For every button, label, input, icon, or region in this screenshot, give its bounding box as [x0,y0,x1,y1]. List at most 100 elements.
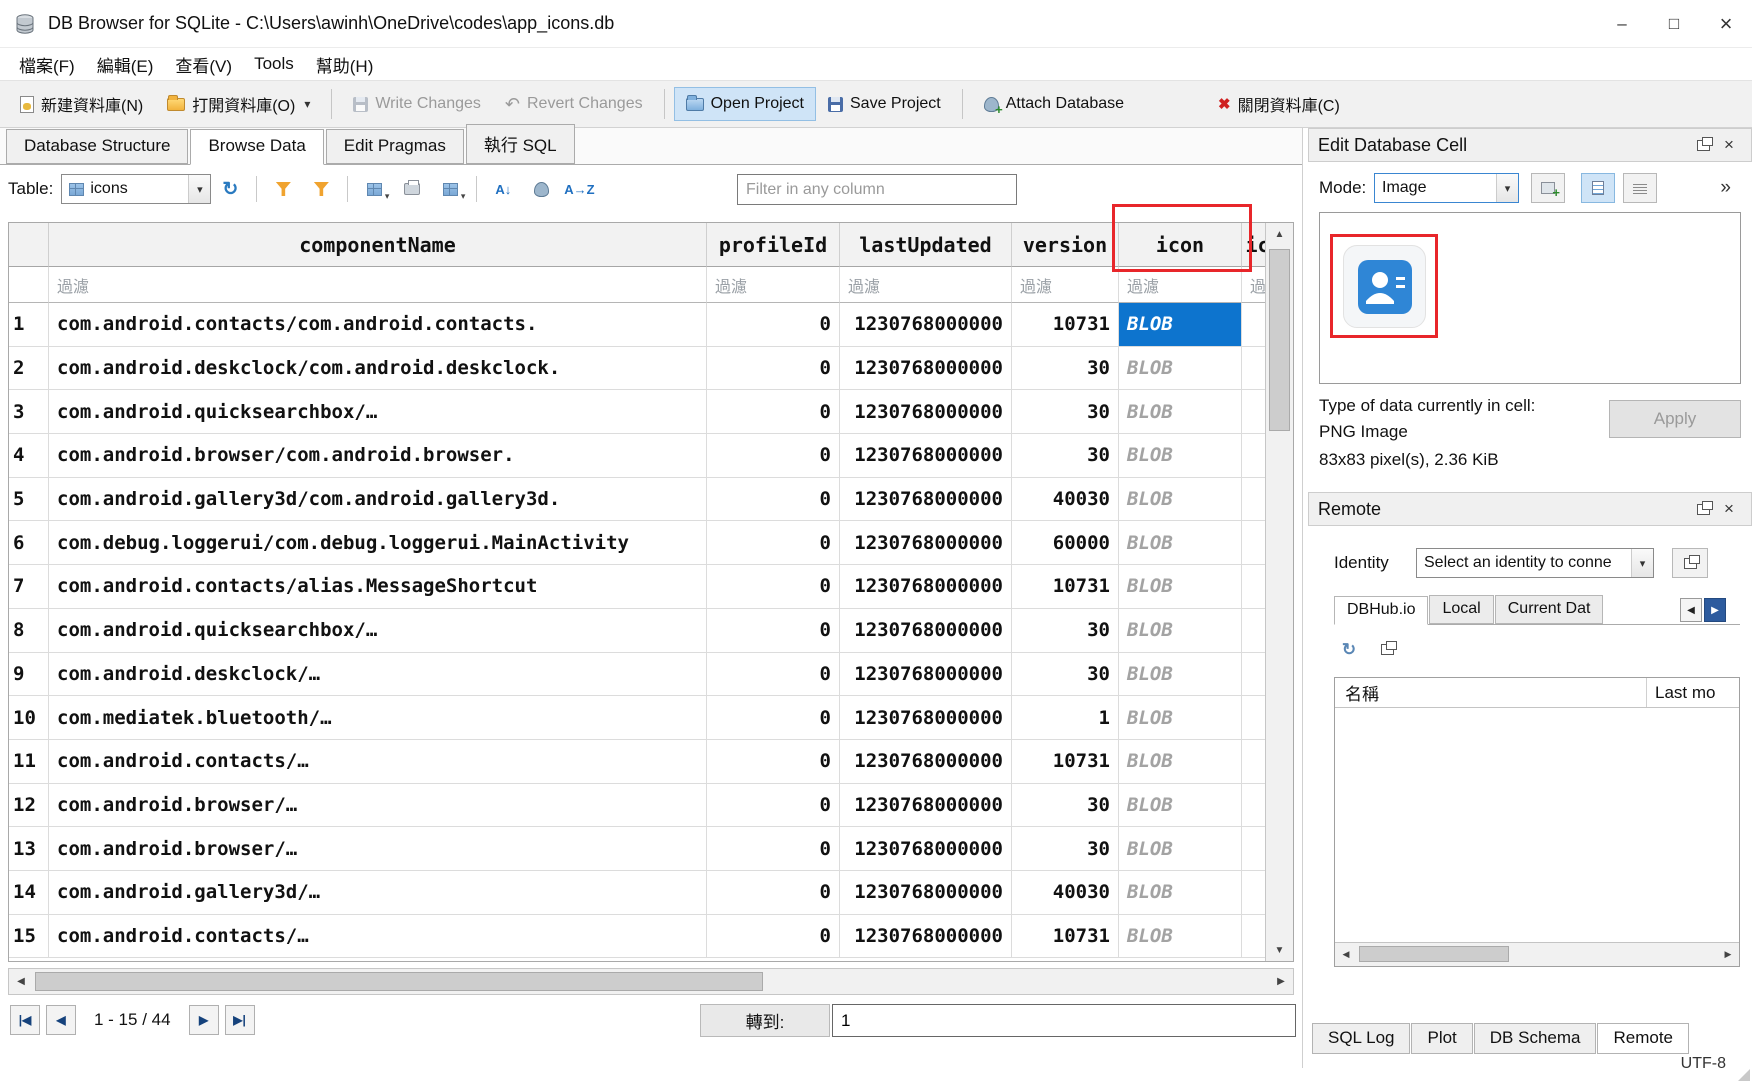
cell-partial[interactable] [1242,653,1265,697]
sort-button[interactable]: A↓ [486,174,520,204]
filter-input[interactable] [737,174,1017,205]
insert-record-button[interactable]: ▾ [357,174,391,204]
cell-icon-blob[interactable]: BLOB [1119,915,1242,959]
column-header-lastupdated[interactable]: lastUpdated [840,223,1012,267]
cell-icon-blob[interactable]: BLOB [1119,521,1242,565]
filter-partial[interactable]: 過濾 [1242,267,1265,303]
cell-partial[interactable] [1242,434,1265,478]
cell-partial[interactable] [1242,871,1265,915]
cell-partial[interactable] [1242,609,1265,653]
cell-componentname[interactable]: com.android.deskclock/com.android.deskcl… [49,347,707,391]
more-options-icon[interactable]: » [1720,177,1731,199]
remote-column-lastmodified[interactable]: Last mo [1647,683,1739,703]
tab-scroll-left-icon[interactable]: ◀ [1680,598,1702,622]
cell-componentname[interactable]: com.android.contacts/alias.MessageShortc… [49,565,707,609]
cell-componentname[interactable]: com.android.contacts/… [49,915,707,959]
cell-version[interactable]: 10731 [1012,740,1119,784]
identity-selector[interactable]: Select an identity to conne ▾ [1416,548,1654,578]
menu-file[interactable]: 檔案(F) [8,48,86,81]
cell-icon-blob[interactable]: BLOB [1119,434,1242,478]
tab-edit-pragmas[interactable]: Edit Pragmas [326,129,464,164]
row-number[interactable]: 8 [9,609,49,653]
cell-lastupdated[interactable]: 1230768000000 [840,784,1012,828]
cell-lastupdated[interactable]: 1230768000000 [840,653,1012,697]
cell-icon-blob[interactable]: BLOB [1119,740,1242,784]
cell-partial[interactable] [1242,740,1265,784]
cell-lastupdated[interactable]: 1230768000000 [840,609,1012,653]
cell-componentname[interactable]: com.android.browser/… [49,784,707,828]
scroll-right-icon[interactable]: ▶ [1269,969,1293,994]
cell-lastupdated[interactable]: 1230768000000 [840,434,1012,478]
row-number[interactable]: 7 [9,565,49,609]
maximize-icon[interactable]: □ [1648,0,1700,47]
remote-clone-button[interactable] [1372,636,1402,662]
table-selector[interactable]: icons ▾ [61,174,211,204]
cell-lastupdated[interactable]: 1230768000000 [840,390,1012,434]
last-page-button[interactable]: ▶| [225,1005,255,1035]
cell-componentname[interactable]: com.android.gallery3d/… [49,871,707,915]
remote-scrollbar-thumb[interactable] [1359,946,1509,962]
cell-componentname[interactable]: com.mediatek.bluetooth/… [49,696,707,740]
filter-lastupdated[interactable]: 過濾 [840,267,1012,303]
cell-componentname[interactable]: com.android.quicksearchbox/… [49,609,707,653]
row-number[interactable]: 13 [9,827,49,871]
tab-browse-data[interactable]: Browse Data [190,129,323,165]
text-view-toggle-button[interactable] [1623,173,1657,203]
cell-icon-blob[interactable]: BLOB [1119,696,1242,740]
attach-database-button[interactable]: Attach Database [972,87,1136,121]
cell-partial[interactable] [1242,696,1265,740]
save-project-button[interactable]: Save Project [816,87,953,121]
cell-icon-blob[interactable]: BLOB [1119,784,1242,828]
column-header-icon[interactable]: icon [1119,223,1242,267]
cell-profileid[interactable]: 0 [707,434,840,478]
cell-icon-blob[interactable]: BLOB [1119,478,1242,522]
filter-version[interactable]: 過濾 [1012,267,1119,303]
row-number[interactable]: 2 [9,347,49,391]
row-number[interactable]: 12 [9,784,49,828]
cell-componentname[interactable]: com.android.contacts/com.android.contact… [49,303,707,347]
next-page-button[interactable]: ▶ [189,1005,219,1035]
resize-grip[interactable] [1738,1069,1750,1081]
row-number[interactable]: 10 [9,696,49,740]
cell-componentname[interactable]: com.android.deskclock/… [49,653,707,697]
menu-edit[interactable]: 編輯(E) [86,48,165,81]
clear-filters-button[interactable] [304,174,338,204]
minimize-icon[interactable]: – [1596,0,1648,47]
cell-profileid[interactable]: 0 [707,521,840,565]
close-database-button[interactable]: ✖ 關閉資料庫(C) [1206,84,1352,124]
close-icon[interactable]: × [1700,0,1752,47]
row-number[interactable]: 4 [9,434,49,478]
row-number[interactable]: 14 [9,871,49,915]
scroll-up-icon[interactable]: ▲ [1266,223,1293,245]
close-panel-icon[interactable]: × [1716,133,1742,157]
cell-lastupdated[interactable]: 1230768000000 [840,696,1012,740]
import-data-button[interactable] [1531,173,1565,203]
scroll-down-icon[interactable]: ▼ [1266,939,1293,961]
mode-selector[interactable]: Image ▾ [1374,173,1519,203]
cell-profileid[interactable]: 0 [707,740,840,784]
cell-lastupdated[interactable]: 1230768000000 [840,740,1012,784]
cell-icon-blob[interactable]: BLOB [1119,871,1242,915]
column-header-profileid[interactable]: profileId [707,223,840,267]
cell-version[interactable]: 30 [1012,827,1119,871]
cell-lastupdated[interactable]: 1230768000000 [840,303,1012,347]
menu-help[interactable]: 幫助(H) [305,48,385,81]
panel-splitter[interactable] [1302,128,1303,1068]
scroll-left-icon[interactable]: ◀ [9,969,33,994]
cell-version[interactable]: 1 [1012,696,1119,740]
cell-partial[interactable] [1242,303,1265,347]
cell-componentname[interactable]: com.debug.loggerui/com.debug.loggerui.Ma… [49,521,707,565]
cell-profileid[interactable]: 0 [707,827,840,871]
chevron-down-icon[interactable]: ▾ [304,97,310,111]
column-header-componentname[interactable]: componentName [49,223,707,267]
cell-icon-blob[interactable]: BLOB [1119,347,1242,391]
cell-componentname[interactable]: com.android.browser/com.android.browser. [49,434,707,478]
cell-lastupdated[interactable]: 1230768000000 [840,915,1012,959]
scroll-right-icon[interactable]: ▶ [1717,943,1739,966]
cell-lastupdated[interactable]: 1230768000000 [840,827,1012,871]
row-number[interactable]: 1 [9,303,49,347]
row-number[interactable]: 6 [9,521,49,565]
cell-lastupdated[interactable]: 1230768000000 [840,521,1012,565]
cell-profileid[interactable]: 0 [707,915,840,959]
open-project-button[interactable]: Open Project [674,87,816,121]
